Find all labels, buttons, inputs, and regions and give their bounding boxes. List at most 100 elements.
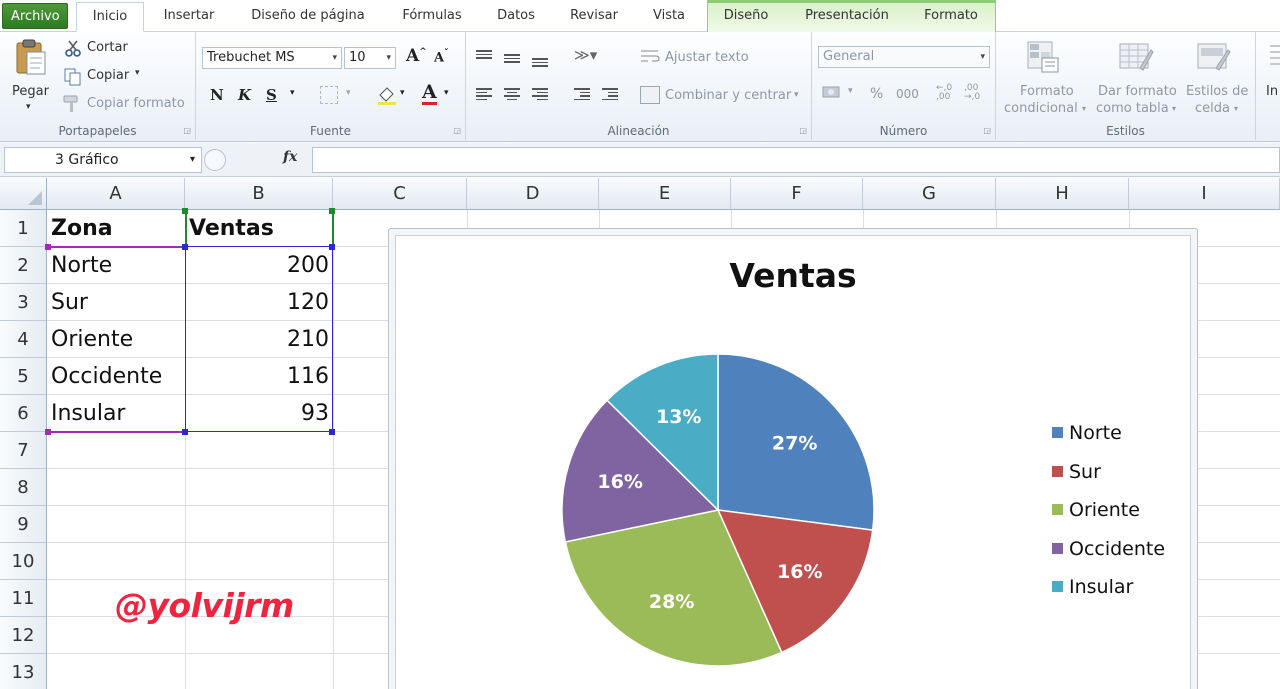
paste-icon[interactable] — [14, 38, 48, 78]
chart-object[interactable]: Ventas 27% 16% 28% 16% 13% Norte Sur Oriente Oc… — [388, 228, 1198, 689]
percent-button[interactable]: % — [870, 86, 883, 102]
row-header-13[interactable]: 13 — [0, 654, 47, 689]
legend-item-oriente[interactable]: Oriente — [1052, 499, 1140, 521]
range-handle[interactable] — [182, 429, 188, 435]
format-as-table-label-1[interactable]: Dar formato — [1098, 84, 1177, 99]
range-handle[interactable] — [329, 244, 335, 250]
cell-styles-dropdown-icon[interactable]: ▾ — [1234, 104, 1238, 113]
cell-a1[interactable]: Zona — [47, 210, 185, 247]
range-handle[interactable] — [329, 429, 335, 435]
decrease-indent-icon[interactable] — [574, 86, 590, 102]
cell-styles-label-2[interactable]: celda — [1195, 101, 1230, 116]
decrease-decimal-icon[interactable]: ,00 →,0 — [964, 84, 980, 102]
alignment-launcher-icon[interactable]: ◲ — [799, 126, 807, 135]
conditional-format-label-2[interactable]: condicional — [1004, 101, 1078, 116]
format-painter-button[interactable]: Copiar formato — [87, 96, 185, 111]
range-handle[interactable] — [45, 244, 51, 250]
font-color-icon[interactable]: A — [422, 82, 437, 105]
tab-presentacion[interactable]: Presentación — [792, 2, 902, 32]
legend-item-occidente[interactable]: Occidente — [1052, 538, 1165, 560]
row-header-1[interactable]: 1 — [0, 210, 47, 247]
data-label-sur[interactable]: 16% — [777, 561, 822, 583]
insert-cells-button[interactable]: In — [1266, 84, 1278, 99]
currency-icon[interactable] — [822, 84, 842, 102]
merge-center-button[interactable]: Combinar y centrar — [665, 88, 791, 103]
tab-revisar[interactable]: Revisar — [558, 2, 630, 32]
cell-a6[interactable]: Insular — [47, 395, 185, 432]
data-label-oriente[interactable]: 28% — [649, 591, 694, 613]
legend-item-sur[interactable]: Sur — [1052, 461, 1101, 483]
font-color-dropdown-icon[interactable]: ▾ — [444, 88, 449, 98]
cell-a3[interactable]: Sur — [47, 284, 185, 321]
copy-dropdown-icon[interactable]: ▾ — [135, 68, 140, 78]
insert-function-icon[interactable]: fx — [283, 149, 297, 165]
cell-b1[interactable]: Ventas — [185, 210, 333, 247]
formula-bar-resize-handle[interactable] — [204, 149, 226, 171]
font-family-select[interactable]: Trebuchet MS ▾ — [202, 47, 342, 69]
number-format-select[interactable]: General ▾ — [818, 46, 990, 68]
legend-item-insular[interactable]: Insular — [1052, 576, 1133, 598]
range-handle[interactable] — [45, 429, 51, 435]
column-header-f[interactable]: F — [731, 178, 863, 210]
align-center-icon[interactable] — [504, 86, 520, 102]
column-header-c[interactable]: C — [333, 178, 467, 210]
borders-icon[interactable] — [320, 86, 338, 104]
increase-decimal-icon[interactable]: ←,0,00 — [936, 84, 952, 102]
copy-button[interactable]: Copiar — [87, 68, 129, 83]
name-box-dropdown-icon[interactable]: ▾ — [190, 148, 195, 172]
merge-dropdown-icon[interactable]: ▾ — [794, 90, 799, 100]
column-header-g[interactable]: G — [863, 178, 996, 210]
align-middle-icon[interactable] — [504, 52, 520, 65]
tab-formato[interactable]: Formato — [912, 2, 990, 32]
clipboard-launcher-icon[interactable]: ◲ — [183, 126, 191, 135]
conditional-format-dropdown-icon[interactable]: ▾ — [1082, 104, 1086, 113]
borders-dropdown-icon[interactable]: ▾ — [346, 88, 351, 98]
tab-diseno-grafico[interactable]: Diseño — [712, 2, 780, 32]
tab-archivo[interactable]: Archivo — [2, 3, 68, 29]
range-handle[interactable] — [329, 208, 335, 214]
tab-diseno-pagina[interactable]: Diseño de página — [238, 2, 378, 32]
cell-a5[interactable]: Occidente — [47, 358, 185, 395]
column-header-h[interactable]: H — [996, 178, 1129, 210]
row-header-4[interactable]: 4 — [0, 321, 47, 358]
number-launcher-icon[interactable]: ◲ — [983, 126, 991, 135]
row-header-7[interactable]: 7 — [0, 432, 47, 469]
align-top-icon[interactable] — [476, 48, 492, 61]
cut-button[interactable]: Cortar — [87, 40, 128, 55]
data-label-insular[interactable]: 13% — [656, 406, 701, 428]
chart-area[interactable]: Ventas 27% 16% 28% 16% 13% Norte Sur Oriente Oc… — [395, 235, 1191, 689]
column-header-a[interactable]: A — [47, 178, 185, 210]
underline-button[interactable]: S — [266, 86, 277, 104]
row-header-10[interactable]: 10 — [0, 543, 47, 580]
range-handle[interactable] — [182, 244, 188, 250]
paste-dropdown-icon[interactable]: ▾ — [26, 102, 31, 112]
range-handle[interactable] — [182, 208, 188, 214]
align-bottom-icon[interactable] — [532, 56, 548, 69]
font-size-select[interactable]: 10 ▾ — [344, 47, 396, 69]
data-label-norte[interactable]: 27% — [772, 433, 817, 455]
row-header-6[interactable]: 6 — [0, 395, 47, 432]
row-header-5[interactable]: 5 — [0, 358, 47, 395]
bold-button[interactable]: N — [210, 86, 224, 104]
fill-color-icon[interactable] — [376, 84, 398, 106]
grow-font-icon[interactable]: A^ — [406, 46, 427, 66]
row-header-2[interactable]: 2 — [0, 247, 47, 284]
format-as-table-label-2[interactable]: como tabla — [1096, 101, 1169, 116]
shrink-font-icon[interactable]: Aˇ — [434, 49, 449, 65]
wrap-text-button[interactable]: Ajustar texto — [665, 50, 749, 65]
column-header-i[interactable]: I — [1129, 178, 1280, 210]
data-label-occidente[interactable]: 16% — [597, 471, 642, 493]
tab-insertar[interactable]: Insertar — [152, 2, 226, 32]
row-header-9[interactable]: 9 — [0, 506, 47, 543]
column-header-e[interactable]: E — [599, 178, 731, 210]
tab-vista[interactable]: Vista — [640, 2, 698, 32]
tab-inicio[interactable]: Inicio — [76, 2, 144, 32]
italic-button[interactable]: K — [238, 86, 251, 104]
row-header-3[interactable]: 3 — [0, 284, 47, 321]
tab-datos[interactable]: Datos — [484, 2, 548, 32]
font-launcher-icon[interactable]: ◲ — [453, 126, 461, 135]
name-box[interactable]: 3 Gráfico ▾ — [4, 147, 202, 173]
row-header-11[interactable]: 11 — [0, 580, 47, 617]
column-header-d[interactable]: D — [467, 178, 599, 210]
underline-dropdown-icon[interactable]: ▾ — [290, 88, 295, 98]
